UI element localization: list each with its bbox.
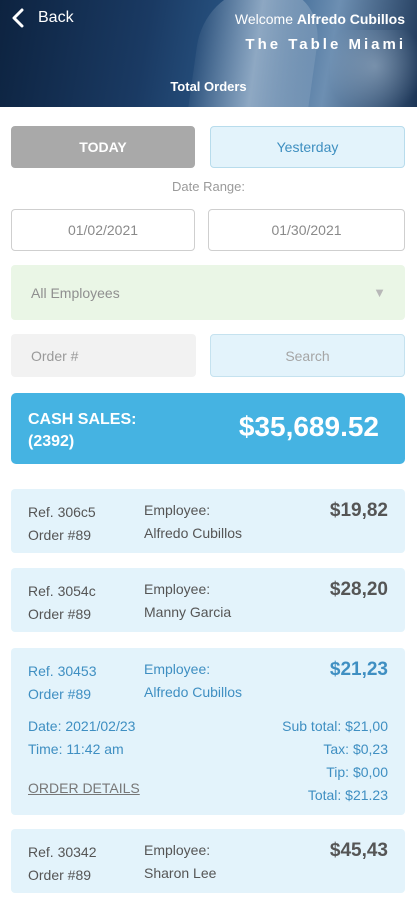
- cash-sales-label: CASH SALES: (2392): [28, 409, 136, 453]
- welcome-text: Welcome Alfredo Cubillos: [235, 11, 405, 27]
- order-employee-block: Employee: Alfredo Cubillos: [144, 499, 242, 545]
- order-number: Order #89: [28, 606, 92, 622]
- cash-sales-card: CASH SALES: (2392) $35,689.52: [11, 393, 405, 464]
- date-to-field[interactable]: 01/30/2021: [208, 209, 405, 251]
- order-datetime-block: Date: 2021/02/23 Time: 11:42 am: [28, 715, 135, 761]
- chevron-left-icon: [12, 8, 24, 28]
- order-ref: Ref. 30453: [28, 663, 97, 679]
- order-total: Total: $21.23: [307, 787, 388, 803]
- order-number-input[interactable]: Order #: [11, 334, 196, 377]
- employee-name: Manny Garcia: [144, 604, 232, 620]
- order-amount: $21,23: [329, 659, 388, 680]
- employee-label: Employee:: [144, 661, 211, 677]
- order-amount: $45,43: [329, 840, 388, 861]
- back-label: Back: [38, 9, 74, 26]
- employee-name: Sharon Lee: [144, 865, 217, 881]
- order-details-link[interactable]: ORDER DETAILS: [28, 780, 140, 796]
- order-time: Time: 11:42 am: [28, 741, 124, 757]
- order-subtotal: Sub total: $21,00: [282, 718, 388, 734]
- order-ref: Ref. 306c5: [28, 504, 96, 520]
- employee-label: Employee:: [144, 581, 211, 597]
- employee-select[interactable]: All Employees ▼: [11, 265, 405, 320]
- yesterday-button[interactable]: Yesterday: [210, 126, 405, 168]
- back-button[interactable]: Back: [10, 6, 74, 30]
- order-card[interactable]: Ref. 306c5 Order #89 Employee: Alfredo C…: [11, 489, 405, 553]
- order-number: Order #89: [28, 686, 92, 702]
- order-ref-block: Ref. 30453 Order #89: [28, 660, 97, 706]
- order-employee-block: Employee: Manny Garcia: [144, 578, 231, 624]
- order-tax: Tax: $0,23: [323, 741, 388, 757]
- header-banner: Back Welcome Alfredo Cubillos The Table …: [0, 0, 417, 107]
- order-amount: $19,82: [329, 500, 388, 521]
- order-date: Date: 2021/02/23: [28, 718, 136, 734]
- employee-name: Alfredo Cubillos: [144, 684, 243, 700]
- employee-label: Employee:: [144, 842, 211, 858]
- order-ref-block: Ref. 3054c Order #89: [28, 580, 96, 626]
- employee-name: Alfredo Cubillos: [144, 525, 243, 541]
- order-card-expanded[interactable]: Ref. 30453 Order #89 Employee: Alfredo C…: [11, 648, 405, 815]
- caret-down-icon: ▼: [373, 285, 386, 300]
- order-amount: $28,20: [329, 579, 388, 600]
- order-number: Order #89: [28, 867, 92, 883]
- restaurant-name: The Table Miami: [245, 36, 406, 53]
- order-ref-block: Ref. 306c5 Order #89: [28, 501, 96, 547]
- today-button[interactable]: TODAY: [11, 126, 195, 168]
- order-ref: Ref. 30342: [28, 844, 97, 860]
- user-name: Alfredo Cubillos: [296, 11, 405, 27]
- page-title: Total Orders: [170, 79, 247, 94]
- cash-sales-title: CASH SALES:: [28, 411, 137, 428]
- order-number: Order #89: [28, 527, 92, 543]
- order-card[interactable]: Ref. 3054c Order #89 Employee: Manny Gar…: [11, 568, 405, 632]
- date-range-label: Date Range:: [172, 179, 245, 194]
- welcome-prefix: Welcome: [234, 11, 293, 27]
- cash-sales-amount: $35,689.52: [238, 411, 379, 442]
- order-ref-block: Ref. 30342 Order #89: [28, 841, 97, 887]
- order-card[interactable]: Ref. 30342 Order #89 Employee: Sharon Le…: [11, 829, 405, 893]
- order-tip: Tip: $0,00: [326, 764, 388, 780]
- employee-label: Employee:: [144, 502, 211, 518]
- order-employee-block: Employee: Alfredo Cubillos: [144, 658, 242, 704]
- order-totals-block: Sub total: $21,00 Tax: $0,23 Tip: $0,00 …: [282, 715, 388, 807]
- order-ref: Ref. 3054c: [28, 583, 96, 599]
- search-button[interactable]: Search: [210, 334, 405, 377]
- order-employee-block: Employee: Sharon Lee: [144, 839, 216, 885]
- employee-select-value: All Employees: [31, 284, 120, 301]
- cash-sales-count: (2392): [28, 433, 75, 450]
- date-from-field[interactable]: 01/02/2021: [11, 209, 195, 251]
